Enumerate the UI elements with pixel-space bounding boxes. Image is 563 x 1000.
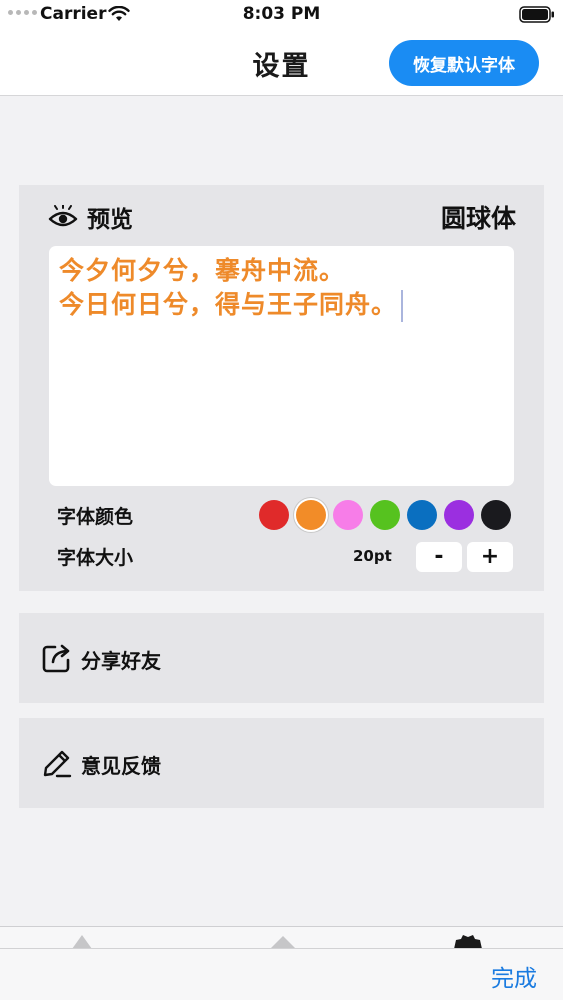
- preview-line-1: 今夕何夕兮，搴舟中流。: [59, 256, 346, 285]
- color-swatch-2[interactable]: [296, 500, 326, 530]
- battery-icon: [519, 6, 554, 23]
- preview-label: 预览: [87, 207, 133, 233]
- feedback-row[interactable]: 意见反馈: [19, 718, 544, 808]
- color-swatch-5[interactable]: [407, 500, 437, 530]
- preview-line-2-text: 今日何日兮，得与王子同舟。: [59, 290, 398, 319]
- font-color-label: 字体颜色: [57, 506, 134, 528]
- color-swatch-3[interactable]: [333, 500, 363, 530]
- color-swatches: [259, 500, 511, 530]
- share-icon: [42, 644, 70, 673]
- color-swatch-1[interactable]: [259, 500, 289, 530]
- preview-text-area[interactable]: 今夕何夕兮，搴舟中流。 今日何日兮，得与王子同舟。: [49, 246, 514, 486]
- preview-line-2: 今日何日兮，得与王子同舟。: [59, 288, 504, 322]
- share-friends-row[interactable]: 分享好友: [19, 613, 544, 703]
- color-swatch-4[interactable]: [370, 500, 400, 530]
- preview-card: 预览 圆球体 今夕何夕兮，搴舟中流。 今日何日兮，得与王子同舟。 字体颜色 字体…: [19, 185, 544, 591]
- keyboard-toolbar: 完成: [0, 948, 563, 1000]
- pencil-icon: [43, 750, 72, 778]
- done-button[interactable]: 完成: [491, 959, 537, 993]
- font-size-label: 字体大小: [57, 547, 134, 569]
- color-swatch-6[interactable]: [444, 500, 474, 530]
- increase-size-button[interactable]: +: [467, 542, 513, 572]
- restore-default-font-button[interactable]: 恢复默认字体: [389, 40, 539, 86]
- font-size-value: 20pt: [353, 547, 392, 565]
- decrease-size-button[interactable]: -: [416, 542, 462, 572]
- tab-font-icon[interactable]: [268, 927, 298, 949]
- share-friends-label: 分享好友: [81, 649, 161, 673]
- tab-home-icon[interactable]: [70, 927, 94, 949]
- tab-settings-icon[interactable]: [448, 927, 488, 949]
- status-bar: Carrier 8:03 PM: [0, 0, 563, 30]
- clock: 8:03 PM: [242, 4, 321, 24]
- settings-screen: Carrier 8:03 PM 设置 恢复默认字体 预览 圆球体 今夕何夕兮，搴…: [0, 0, 563, 1000]
- navigation-bar: 设置 恢复默认字体: [0, 30, 563, 96]
- feedback-label: 意见反馈: [81, 754, 161, 778]
- eye-icon: [48, 205, 78, 227]
- current-font-name: 圆球体: [440, 204, 516, 233]
- text-caret: [401, 290, 404, 322]
- color-swatch-7[interactable]: [481, 500, 511, 530]
